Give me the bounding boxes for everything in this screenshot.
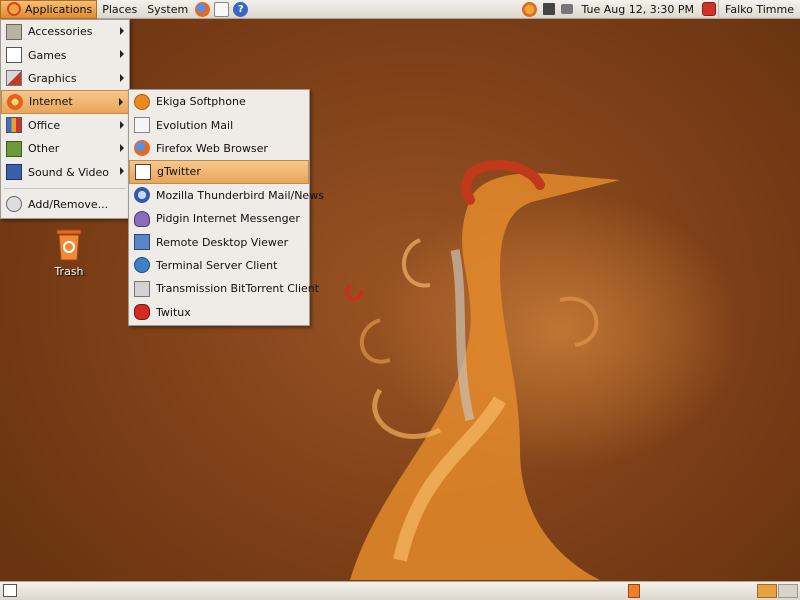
submenu-arrow-icon xyxy=(120,143,124,152)
other-icon xyxy=(6,140,22,157)
submenu-item-evolution[interactable]: Evolution Mail xyxy=(129,113,309,136)
applications-menu-label: Applications xyxy=(25,2,93,16)
system-menu-label: System xyxy=(147,2,189,16)
menu-item-label: Accessories xyxy=(28,25,93,39)
gtwitter-icon xyxy=(135,163,151,180)
trash-desktop-icon[interactable]: Trash xyxy=(46,228,92,278)
menu-item-label: Sound & Video xyxy=(28,165,110,179)
sound-video-icon xyxy=(6,164,22,181)
twitux-icon xyxy=(134,304,150,321)
workspace-2[interactable] xyxy=(778,584,798,598)
terminal-server-icon xyxy=(134,257,150,274)
submenu-item-label: gTwitter xyxy=(157,165,201,179)
submenu-arrow-icon xyxy=(120,167,124,176)
submenu-arrow-icon xyxy=(119,98,123,107)
menu-item-office[interactable]: Office xyxy=(1,114,129,137)
user-switcher[interactable]: Falko Timme xyxy=(718,0,800,19)
submenu-item-label: Firefox Web Browser xyxy=(156,141,268,155)
submenu-item-label: Ekiga Softphone xyxy=(156,95,246,109)
submenu-item-label: Evolution Mail xyxy=(156,118,234,132)
internet-submenu: Ekiga Softphone Evolution Mail Firefox W… xyxy=(128,89,324,326)
system-menu-button[interactable]: System xyxy=(142,0,193,19)
submenu-item-pidgin[interactable]: Pidgin Internet Messenger xyxy=(129,207,309,230)
ekiga-icon xyxy=(134,93,150,110)
submenu-item-transmission[interactable]: Transmission BitTorrent Client xyxy=(129,277,319,300)
submenu-item-label: Mozilla Thunderbird Mail/News xyxy=(156,188,324,202)
top-panel: Applications Places System ? Tue Aug 12,… xyxy=(0,0,800,19)
menu-item-label: Games xyxy=(28,48,67,62)
menu-item-accessories[interactable]: Accessories xyxy=(1,20,129,43)
menu-separator xyxy=(1,184,129,193)
clock[interactable]: Tue Aug 12, 3:30 PM xyxy=(575,3,700,16)
submenu-item-twitux[interactable]: Twitux xyxy=(129,301,309,324)
menu-item-games[interactable]: Games xyxy=(1,43,129,66)
submenu-arrow-icon xyxy=(120,73,124,82)
network-icon[interactable] xyxy=(543,3,556,15)
graphics-icon xyxy=(6,70,22,87)
submenu-item-label: Transmission BitTorrent Client xyxy=(156,282,320,296)
trash-applet-icon[interactable] xyxy=(628,584,640,598)
show-desktop-icon[interactable] xyxy=(3,584,17,597)
places-menu-label: Places xyxy=(102,2,138,16)
firefox-icon xyxy=(134,140,150,157)
submenu-item-remote-desktop[interactable]: Remote Desktop Viewer xyxy=(129,230,309,253)
update-notifier-icon[interactable] xyxy=(522,1,538,17)
submenu-item-terminal-server[interactable]: Terminal Server Client xyxy=(129,254,309,277)
submenu-arrow-icon xyxy=(120,50,124,59)
transmission-icon xyxy=(134,280,150,297)
submenu-item-gtwitter[interactable]: gTwitter xyxy=(129,160,309,184)
trash-label: Trash xyxy=(54,265,84,278)
menu-item-label: Office xyxy=(28,118,61,132)
accessories-icon xyxy=(6,23,22,40)
thunderbird-icon xyxy=(134,187,150,204)
menu-item-add-remove[interactable]: Add/Remove... xyxy=(1,193,129,216)
applications-menu: Accessories Games Graphics Internet Offi… xyxy=(0,19,130,219)
submenu-item-thunderbird[interactable]: Mozilla Thunderbird Mail/News xyxy=(129,184,324,207)
submenu-item-firefox[interactable]: Firefox Web Browser xyxy=(129,137,309,160)
volume-icon[interactable] xyxy=(561,4,574,14)
office-icon xyxy=(6,117,22,134)
menu-item-internet[interactable]: Internet xyxy=(1,90,129,114)
menu-item-label: Internet xyxy=(29,95,73,109)
pidgin-icon xyxy=(134,210,150,227)
help-icon[interactable]: ? xyxy=(233,1,249,17)
firefox-icon[interactable] xyxy=(195,1,211,17)
menu-item-sound-video[interactable]: Sound & Video xyxy=(1,160,129,183)
places-menu-button[interactable]: Places xyxy=(97,0,142,19)
evolution-mail-icon[interactable] xyxy=(214,1,230,17)
submenu-item-label: Pidgin Internet Messenger xyxy=(156,212,300,226)
menu-item-label: Graphics xyxy=(28,71,77,85)
menu-item-graphics[interactable]: Graphics xyxy=(1,67,129,90)
games-icon xyxy=(6,47,22,64)
trash-icon xyxy=(56,229,82,261)
internet-icon xyxy=(7,93,23,110)
add-remove-icon xyxy=(6,196,22,213)
shutdown-icon[interactable] xyxy=(702,2,717,16)
applications-menu-button[interactable]: Applications xyxy=(0,0,98,19)
ubuntu-logo-icon xyxy=(7,2,21,16)
workspace-1[interactable] xyxy=(757,584,777,598)
menu-item-label: Other xyxy=(28,142,60,156)
submenu-item-ekiga[interactable]: Ekiga Softphone xyxy=(129,90,309,113)
submenu-item-label: Terminal Server Client xyxy=(156,258,278,272)
menu-item-label: Add/Remove... xyxy=(28,197,109,211)
bottom-panel xyxy=(0,581,800,600)
evolution-icon xyxy=(134,117,150,134)
submenu-item-label: Twitux xyxy=(156,305,191,319)
menu-item-other[interactable]: Other xyxy=(1,137,129,160)
remote-desktop-icon xyxy=(134,234,150,251)
submenu-arrow-icon xyxy=(120,120,124,129)
submenu-arrow-icon xyxy=(120,27,124,35)
submenu-item-label: Remote Desktop Viewer xyxy=(156,235,289,249)
